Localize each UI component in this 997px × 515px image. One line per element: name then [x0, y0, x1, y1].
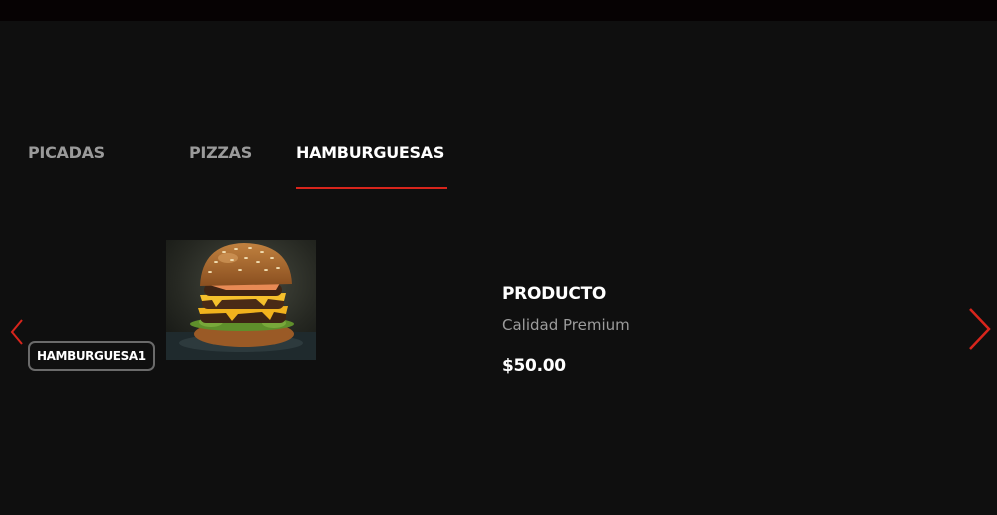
burger-image: [166, 240, 316, 360]
chevron-right-icon: [969, 308, 991, 350]
top-bar: [0, 0, 997, 21]
product-description: Calidad Premium: [502, 316, 630, 334]
tab-picadas[interactable]: PICADAS: [28, 143, 105, 162]
product-image[interactable]: [166, 240, 316, 360]
tab-hamburguesas[interactable]: HAMBURGUESAS: [296, 143, 444, 162]
carousel-prev-button[interactable]: [8, 318, 26, 346]
product-name: PRODUCTO: [502, 284, 607, 304]
chevron-left-icon: [10, 319, 23, 345]
product-price: $50.00: [502, 356, 566, 376]
carousel-next-button[interactable]: [964, 306, 994, 352]
active-tab-indicator: [296, 187, 447, 189]
product-badge: HAMBURGUESA1: [28, 341, 155, 371]
tab-pizzas[interactable]: PIZZAS: [189, 143, 252, 162]
